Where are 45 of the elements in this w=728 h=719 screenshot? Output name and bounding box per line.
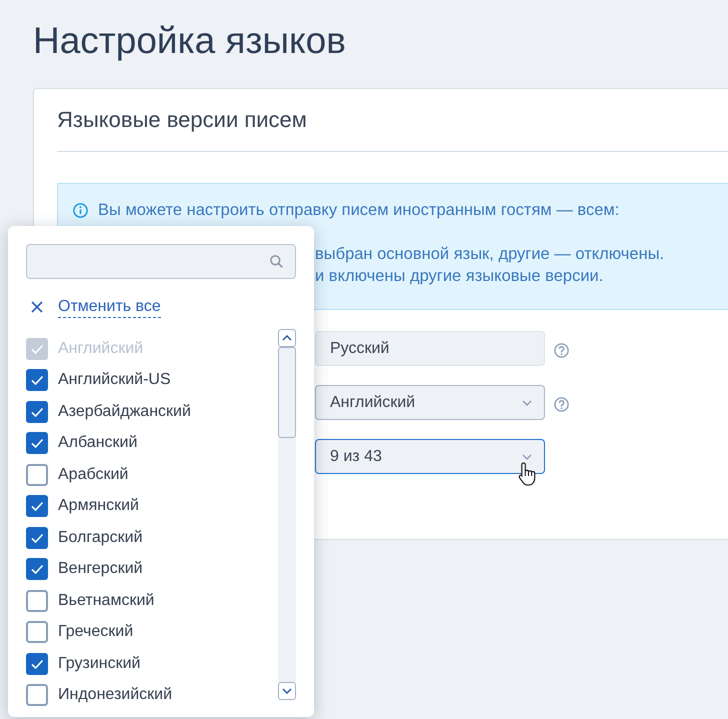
select-field[interactable]: Английский: [315, 385, 545, 420]
clear-all-link[interactable]: Отменить все: [58, 296, 161, 318]
scrollbar-thumb[interactable]: [278, 347, 296, 438]
checkbox[interactable]: [26, 369, 48, 392]
checkbox[interactable]: [26, 400, 48, 423]
search-field[interactable]: [26, 244, 296, 279]
scroll-up-button[interactable]: [278, 329, 296, 347]
language-option[interactable]: Арабский: [58, 466, 128, 484]
language-option[interactable]: Азербайджанский: [58, 402, 191, 421]
section-title: Языковые версии писем: [57, 107, 307, 133]
checkbox[interactable]: [26, 526, 48, 549]
page-title: Настройка языков: [32, 19, 347, 61]
caret-up-icon: [282, 335, 292, 341]
caret-icon: [522, 400, 532, 406]
checkbox[interactable]: [26, 621, 48, 644]
search-icon: [270, 255, 283, 268]
checkbox[interactable]: [26, 464, 48, 486]
checkbox[interactable]: [26, 495, 48, 518]
help-icon[interactable]: [554, 342, 569, 358]
scroll-down-button[interactable]: [278, 682, 296, 700]
caret-icon: [522, 454, 532, 460]
select-field[interactable]: 9 из 43: [315, 439, 545, 474]
language-field: Русский: [315, 331, 545, 366]
language-option[interactable]: Албанский: [58, 434, 138, 452]
language-option[interactable]: Вьетнамский: [58, 592, 154, 610]
notice-text: выбран основной язык, другие — отключены.: [315, 244, 666, 265]
checkbox[interactable]: [26, 558, 48, 580]
caret-down-icon: [282, 688, 292, 694]
language-option[interactable]: Болгарский: [58, 528, 143, 547]
language-option[interactable]: Греческий: [58, 623, 134, 642]
notice-text: и включены другие языковые версии.: [315, 266, 604, 287]
language-option[interactable]: Английский-US: [58, 371, 171, 390]
checkbox[interactable]: [26, 432, 48, 454]
notice-text: Вы можете настроить отправку писем иностранным гостям — всем:: [98, 200, 620, 221]
language-option[interactable]: Индонезийский: [58, 686, 172, 704]
info-icon: [73, 202, 88, 218]
checkbox[interactable]: [26, 652, 48, 675]
language-option[interactable]: Грузинский: [58, 654, 140, 673]
help-icon[interactable]: [554, 396, 569, 412]
checkbox[interactable]: [26, 590, 48, 612]
checkbox[interactable]: [26, 684, 48, 706]
close-icon[interactable]: [31, 301, 43, 313]
language-option[interactable]: Венгерский: [58, 560, 143, 578]
language-option[interactable]: Армянский: [58, 497, 139, 516]
hand-cursor-icon: [518, 462, 536, 486]
